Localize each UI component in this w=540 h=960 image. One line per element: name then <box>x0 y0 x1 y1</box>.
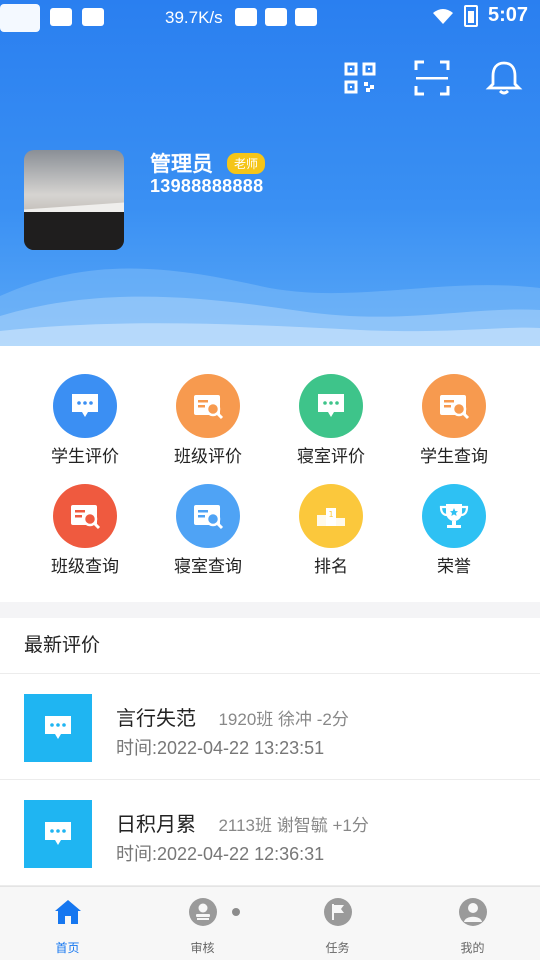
review-time: 时间:2022-04-22 12:36:31 <box>116 844 325 864</box>
tab-label: 首页 <box>55 941 80 955</box>
bottom-tab-bar: 首页 审核 任务 我的 <box>0 886 540 960</box>
review-title: 言行失范 <box>116 708 196 730</box>
list-item[interactable]: 言行失范 1920班 徐冲 -2分 时间:2022-04-22 13:23:51 <box>0 674 540 780</box>
tab-label: 审核 <box>190 941 215 955</box>
user-icon <box>458 897 488 927</box>
doc-search-icon <box>422 374 486 438</box>
menu-dorm-query[interactable]: 寝室查询 <box>148 484 268 584</box>
chat-icon <box>24 800 92 868</box>
doc-search-icon <box>176 484 240 548</box>
chat-icon <box>53 374 117 438</box>
trophy-icon <box>422 484 486 548</box>
menu-ranking[interactable]: 1 排名 <box>271 484 391 584</box>
wifi-icon <box>432 8 453 24</box>
stamp-icon <box>188 897 218 927</box>
menu-label: 排名 <box>314 557 348 576</box>
menu-class-review[interactable]: 班级评价 <box>148 374 268 474</box>
review-meta: 1920班 徐冲 -2分 <box>218 710 349 729</box>
podium-icon: 1 <box>299 484 363 548</box>
tab-label: 我的 <box>460 941 485 955</box>
notification-icon <box>82 8 104 26</box>
review-title: 日积月累 <box>116 814 196 836</box>
gallery-icon <box>50 8 72 26</box>
menu-label: 荣誉 <box>437 557 471 576</box>
svg-text:1: 1 <box>328 510 333 519</box>
doc-search-icon <box>176 374 240 438</box>
review-meta: 2113班 谢智毓 +1分 <box>218 816 369 835</box>
tab-label: 任务 <box>325 941 350 955</box>
indicator-dot <box>232 908 240 916</box>
network-speed: 39.7K/s <box>165 8 223 27</box>
app-icon <box>265 8 287 26</box>
role-badge: 老师 <box>227 153 266 174</box>
menu-dorm-review[interactable]: 寝室评价 <box>271 374 391 474</box>
qr-code-icon[interactable] <box>340 58 380 98</box>
profile-header: 39.7K/s 5:07 管理员 老师 13988888888 <box>0 0 540 346</box>
list-item[interactable]: 日积月累 2113班 谢智毓 +1分 时间:2022-04-22 12:36:3… <box>0 780 540 886</box>
menu-label: 寝室查询 <box>174 557 242 576</box>
user-phone: 13988888888 <box>150 176 264 196</box>
tab-review[interactable]: 审核 <box>135 887 270 960</box>
menu-label: 学生评价 <box>51 447 119 466</box>
tab-mine[interactable]: 我的 <box>405 887 540 960</box>
scan-icon[interactable] <box>412 58 452 98</box>
section-title: 最新评价 <box>0 618 540 674</box>
user-name: 管理员 <box>150 153 213 176</box>
app-icon <box>295 8 317 26</box>
menu-class-query[interactable]: 班级查询 <box>25 484 145 584</box>
clock: 5:07 <box>487 4 528 26</box>
menu-label: 学生查询 <box>420 447 488 466</box>
app-icon <box>235 8 257 26</box>
menu-label: 班级查询 <box>51 557 119 576</box>
carrier-label <box>0 4 40 32</box>
menu-student-review[interactable]: 学生评价 <box>25 374 145 474</box>
review-time: 时间:2022-04-22 13:23:51 <box>116 738 325 758</box>
chat-icon <box>299 374 363 438</box>
home-icon <box>53 897 83 927</box>
avatar[interactable] <box>24 150 124 250</box>
chat-icon <box>24 694 92 762</box>
function-grid: 学生评价 班级评价 寝室评价 学生查询 班级查询 寝室查询 1 排名 荣誉 <box>0 346 540 602</box>
menu-label: 寝室评价 <box>297 447 365 466</box>
menu-student-query[interactable]: 学生查询 <box>394 374 514 474</box>
battery-icon <box>463 4 478 27</box>
status-bar: 39.7K/s 5:07 <box>0 0 540 36</box>
bell-icon[interactable] <box>484 58 524 98</box>
menu-honor[interactable]: 荣誉 <box>394 484 514 584</box>
doc-search-icon <box>53 484 117 548</box>
tab-task[interactable]: 任务 <box>270 887 405 960</box>
tab-home[interactable]: 首页 <box>0 887 135 960</box>
flag-icon <box>323 897 353 927</box>
menu-label: 班级评价 <box>174 447 242 466</box>
latest-reviews: 最新评价 言行失范 1920班 徐冲 -2分 时间:2022-04-22 13:… <box>0 618 540 886</box>
